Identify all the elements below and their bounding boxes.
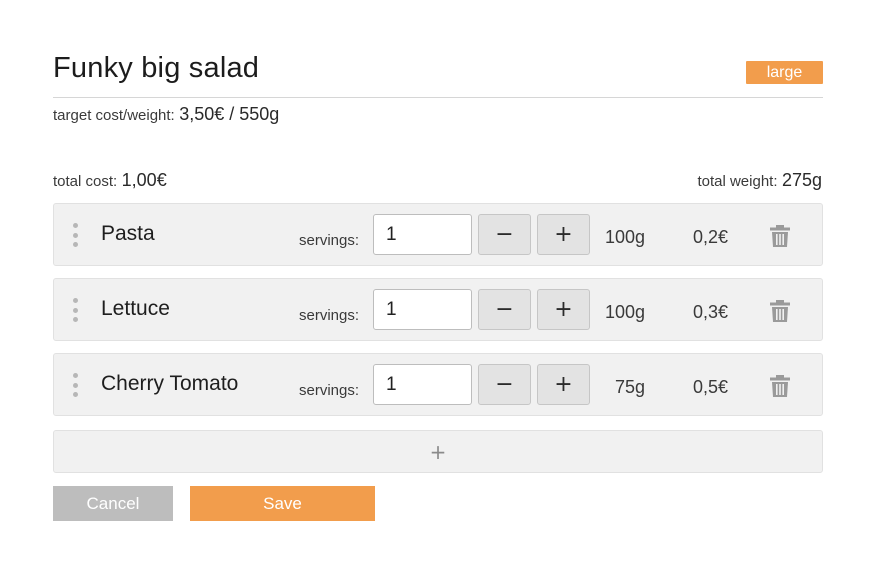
ingredient-row: Pasta servings: − + 100g 0,2€ [53,203,823,266]
decrease-servings-button[interactable]: − [478,214,531,255]
servings-input[interactable] [373,364,472,405]
decrease-servings-button[interactable]: − [478,364,531,405]
servings-label: servings: [299,307,360,324]
target-cost-weight: target cost/weight: 3,50€ / 550g [53,104,279,125]
ingredient-name: Lettuce [101,297,170,320]
add-ingredient-button[interactable]: + [53,430,823,473]
trash-icon[interactable] [770,375,790,397]
ingredient-cost: 0,3€ [692,302,728,322]
servings-label: servings: [299,232,360,249]
total-cost-value: 1,00€ [121,170,167,190]
increase-servings-button[interactable]: + [537,364,590,405]
ingredient-row: Lettuce servings: − + 100g 0,3€ [53,278,823,341]
total-weight: total weight: 275g [697,170,822,191]
total-weight-label: total weight: [697,173,778,190]
increase-servings-button[interactable]: + [537,289,590,330]
ingredient-cost: 0,5€ [692,377,728,397]
ingredient-cost: 0,2€ [692,227,728,247]
ingredient-weight: 100g [604,302,645,322]
drag-handle-icon[interactable] [72,373,78,397]
ingredient-weight: 75g [614,377,645,397]
target-value: 3,50€ / 550g [179,104,280,124]
ingredient-name: Pasta [101,222,155,245]
decrease-servings-button[interactable]: − [478,289,531,330]
total-weight-value: 275g [781,170,822,190]
save-button[interactable]: Save [190,486,375,521]
title-divider [53,97,823,98]
servings-input[interactable] [373,214,472,255]
total-cost-label: total cost: [53,173,118,190]
size-badge: large [746,61,823,84]
trash-icon[interactable] [770,300,790,322]
servings-label: servings: [299,382,360,399]
target-label: target cost/weight: [53,107,175,124]
drag-handle-icon[interactable] [72,298,78,322]
recipe-title: Funky big salad [53,52,260,84]
ingredient-name: Cherry Tomato [101,372,239,395]
plus-icon: + [429,439,447,464]
increase-servings-button[interactable]: + [537,214,590,255]
ingredient-row: Cherry Tomato servings: − + 75g 0,5€ [53,353,823,416]
ingredient-weight: 100g [604,227,645,247]
cancel-button[interactable]: Cancel [53,486,173,521]
drag-handle-icon[interactable] [72,223,78,247]
trash-icon[interactable] [770,225,790,247]
total-cost: total cost: 1,00€ [53,170,167,191]
servings-input[interactable] [373,289,472,330]
